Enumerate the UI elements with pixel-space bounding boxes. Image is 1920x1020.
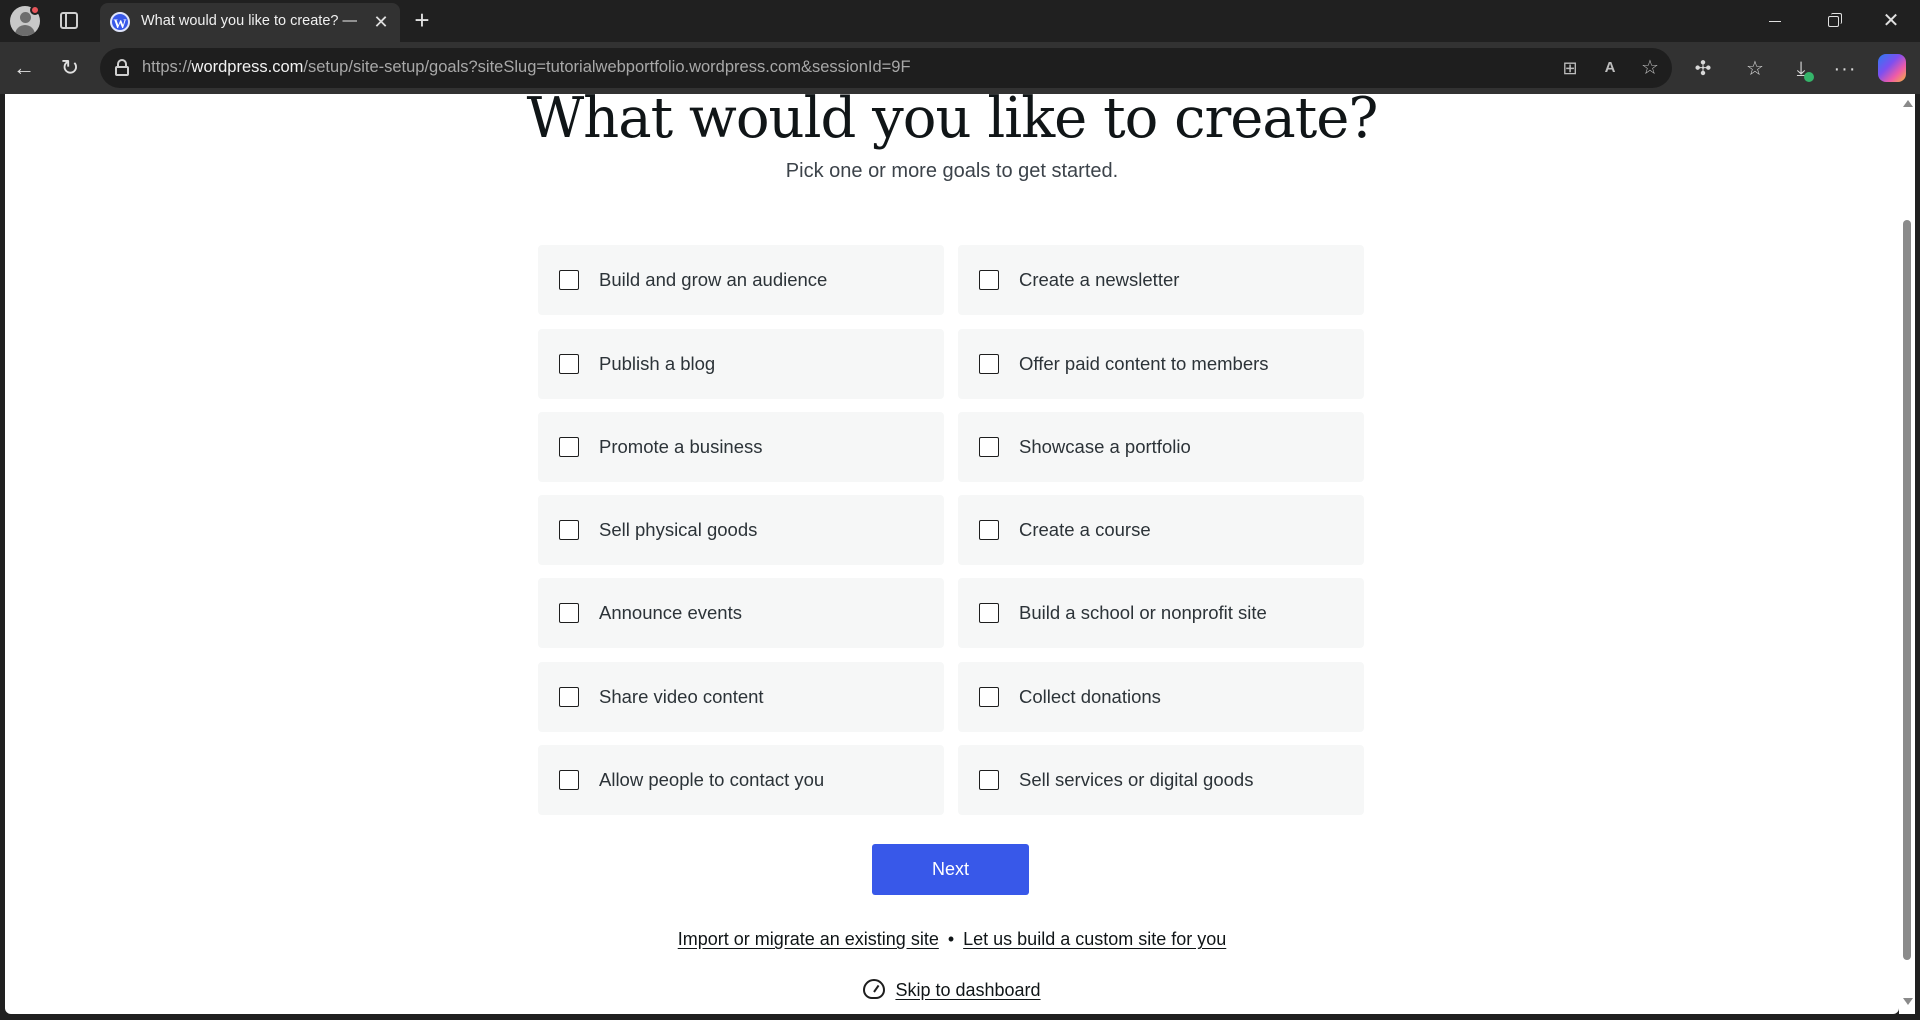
goal-option-business[interactable]: Promote a business bbox=[538, 412, 944, 482]
goal-label: Promote a business bbox=[599, 436, 763, 457]
custom-site-link[interactable]: Let us build a custom site for you bbox=[963, 929, 1226, 949]
skip-to-dashboard: Skip to dashboard bbox=[5, 979, 1899, 1001]
checkbox[interactable] bbox=[559, 603, 579, 623]
goal-option-paid-content[interactable]: Offer paid content to members bbox=[958, 329, 1364, 399]
checkbox[interactable] bbox=[979, 354, 999, 374]
goal-label: Collect donations bbox=[1019, 686, 1161, 707]
goal-label: Publish a blog bbox=[599, 353, 716, 374]
goal-label: Create a course bbox=[1019, 519, 1151, 540]
goal-label: Sell services or digital goods bbox=[1019, 769, 1254, 790]
tab-actions-icon[interactable] bbox=[58, 10, 80, 32]
checkbox[interactable] bbox=[559, 354, 579, 374]
scroll-up-arrow-icon[interactable] bbox=[1903, 100, 1913, 107]
goal-label: Share video content bbox=[599, 686, 764, 707]
goal-label: Showcase a portfolio bbox=[1019, 436, 1191, 457]
split-screen-icon[interactable]: ⊞ bbox=[1558, 56, 1582, 80]
goal-option-contact[interactable]: Allow people to contact you bbox=[538, 745, 944, 815]
scroll-down-arrow-icon[interactable] bbox=[1903, 998, 1913, 1005]
wordpress-logo-icon: W bbox=[110, 12, 130, 32]
checkbox[interactable] bbox=[559, 687, 579, 707]
checkbox[interactable] bbox=[559, 520, 579, 540]
page-subtitle: Pick one or more goals to get started. bbox=[785, 160, 1119, 182]
downloads-icon[interactable]: ⤓ bbox=[1788, 56, 1814, 82]
new-tab-icon[interactable]: + bbox=[410, 7, 434, 33]
goal-label: Sell physical goods bbox=[599, 519, 758, 540]
goal-label: Create a newsletter bbox=[1019, 269, 1180, 290]
goal-option-events[interactable]: Announce events bbox=[538, 578, 944, 648]
checkbox[interactable] bbox=[559, 770, 579, 790]
checkbox[interactable] bbox=[979, 437, 999, 457]
checkbox[interactable] bbox=[559, 270, 579, 290]
goal-option-blog[interactable]: Publish a blog bbox=[538, 329, 944, 399]
goal-option-school-nonprofit[interactable]: Build a school or nonprofit site bbox=[958, 578, 1364, 648]
tab-title: What would you like to create? — bbox=[141, 13, 357, 29]
goal-option-newsletter[interactable]: Create a newsletter bbox=[958, 245, 1364, 315]
goal-label: Announce events bbox=[599, 602, 742, 623]
browser-tab-active[interactable]: W What would you like to create? — ✕ bbox=[100, 3, 400, 42]
secondary-links: Import or migrate an existing site • Let u… bbox=[5, 929, 1899, 950]
goal-option-services-digital-goods[interactable]: Sell services or digital goods bbox=[958, 745, 1364, 815]
checkbox[interactable] bbox=[559, 437, 579, 457]
url-path: /setup/site-setup/goals?siteSlug=tutoria… bbox=[303, 58, 911, 76]
close-icon[interactable]: ✕ bbox=[370, 11, 392, 33]
goal-label: Build and grow an audience bbox=[599, 269, 828, 290]
extensions-icon[interactable]: ✣ bbox=[1690, 56, 1716, 82]
browser-toolbar: ← ↻ https://wordpress.com/setup/site-set… bbox=[0, 42, 1920, 94]
goal-option-physical-goods[interactable]: Sell physical goods bbox=[538, 495, 944, 565]
window-close-button[interactable]: ✕ bbox=[1862, 0, 1920, 42]
goal-option-video[interactable]: Share video content bbox=[538, 662, 944, 732]
page-title: What would you like to create? bbox=[526, 94, 1379, 151]
scrollbar-thumb[interactable] bbox=[1903, 220, 1911, 960]
goal-label: Build a school or nonprofit site bbox=[1019, 602, 1267, 623]
download-complete-badge bbox=[1804, 72, 1814, 82]
restore-button[interactable] bbox=[1804, 0, 1862, 42]
checkbox[interactable] bbox=[979, 603, 999, 623]
page-viewport: What would you like to create? Pick one … bbox=[5, 94, 1899, 1014]
reload-icon[interactable]: ↻ bbox=[54, 52, 86, 84]
url-host: wordpress.com bbox=[191, 58, 304, 76]
minimize-button[interactable] bbox=[1746, 0, 1804, 42]
window-frame-bottom bbox=[0, 1014, 1920, 1020]
notification-dot bbox=[30, 5, 40, 15]
copilot-icon[interactable] bbox=[1878, 54, 1906, 82]
favorite-star-icon[interactable]: ☆ bbox=[1638, 56, 1662, 80]
back-icon[interactable]: ← bbox=[8, 52, 40, 84]
dashboard-gauge-icon bbox=[863, 979, 886, 999]
goal-option-portfolio[interactable]: Showcase a portfolio bbox=[958, 412, 1364, 482]
checkbox[interactable] bbox=[979, 270, 999, 290]
goal-label: Offer paid content to members bbox=[1019, 353, 1269, 374]
next-button[interactable]: Next bbox=[872, 844, 1029, 895]
more-icon[interactable]: ··· bbox=[1832, 56, 1858, 82]
goal-option-course[interactable]: Create a course bbox=[958, 495, 1364, 565]
read-aloud-icon[interactable]: A bbox=[1598, 56, 1622, 80]
browser-titlebar: W What would you like to create? — ✕ + ✕ bbox=[0, 0, 1920, 42]
checkbox[interactable] bbox=[979, 687, 999, 707]
url-prefix: https:// bbox=[142, 58, 192, 76]
goal-option-audience[interactable]: Build and grow an audience bbox=[538, 245, 944, 315]
link-separator: • bbox=[947, 929, 955, 949]
address-bar[interactable]: https://wordpress.com/setup/site-setup/g… bbox=[100, 48, 1672, 88]
checkbox[interactable] bbox=[979, 520, 999, 540]
url-text[interactable]: https://wordpress.com/setup/site-setup/g… bbox=[142, 58, 1342, 78]
import-site-link[interactable]: Import or migrate an existing site bbox=[678, 929, 939, 949]
page-scrollbar[interactable] bbox=[1899, 94, 1915, 1014]
skip-to-dashboard-link[interactable]: Skip to dashboard bbox=[895, 980, 1040, 1000]
goal-label: Allow people to contact you bbox=[599, 769, 825, 790]
checkbox[interactable] bbox=[979, 770, 999, 790]
favorites-icon[interactable]: ☆ bbox=[1742, 56, 1768, 82]
goal-option-donations[interactable]: Collect donations bbox=[958, 662, 1364, 732]
lock-icon[interactable] bbox=[114, 59, 130, 77]
